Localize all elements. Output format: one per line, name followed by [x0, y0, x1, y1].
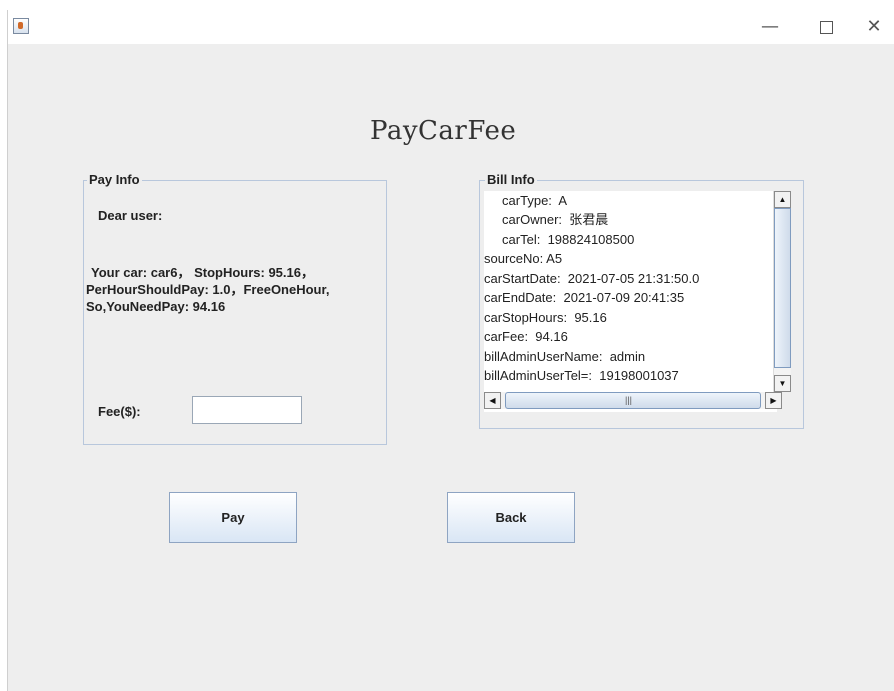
pay-info-title: Pay Info — [87, 172, 142, 188]
minimize-button[interactable]: — — [752, 10, 788, 44]
scroll-right-icon[interactable]: ▶ — [765, 392, 782, 409]
maximize-icon — [819, 20, 833, 34]
pay-info-panel: Pay Info Dear user: Your car: car6， Stop… — [83, 172, 387, 445]
bill-info-title: Bill Info — [485, 172, 537, 188]
fee-label: Fee($): — [98, 404, 141, 419]
bill-line: carTel: 198824108500 — [484, 232, 635, 247]
bill-line: carStartDate: 2021-07-05 21:31:50.0 — [484, 271, 700, 286]
scroll-down-icon[interactable]: ▼ — [774, 375, 791, 392]
horizontal-scroll-thumb[interactable]: ||| — [505, 392, 761, 409]
bill-line: carType: A — [484, 193, 568, 208]
maximize-button[interactable] — [808, 10, 844, 44]
horizontal-scrollbar[interactable]: ◀ ||| ▶ — [484, 392, 782, 409]
vertical-scroll-thumb[interactable] — [774, 208, 791, 368]
close-button[interactable]: ✕ — [856, 10, 892, 44]
page-title: PayCarFee — [370, 116, 517, 146]
message-line-3: So,YouNeedPay: 94.16 — [86, 299, 226, 314]
message-line-1: Your car: car6， StopHours: 95.16， — [84, 265, 314, 280]
scroll-left-icon[interactable]: ◀ — [484, 392, 501, 409]
bill-line: carStopHours: 95.16 — [484, 310, 607, 325]
back-button[interactable]: Back — [447, 492, 575, 543]
app-window: — ✕ PayCarFee Pay Info Dear user: Your c… — [7, 10, 894, 691]
bill-line: billAdminUserName: admin — [484, 349, 646, 364]
java-app-icon — [13, 18, 29, 34]
grip-icon: ||| — [625, 395, 633, 405]
message-line-2: PerHourShouldPay: 1.0，FreeOneHour, — [86, 282, 330, 297]
greeting-text: Dear user: — [98, 208, 163, 223]
bill-line: sourceNo: A5 — [484, 251, 563, 266]
title-bar: — ✕ — [8, 10, 894, 44]
fee-input[interactable] — [192, 396, 302, 424]
bill-line: carOwner: 张君晨 — [484, 212, 609, 227]
bill-line: carEndDate: 2021-07-09 20:41:35 — [484, 290, 685, 305]
scroll-up-icon[interactable]: ▲ — [774, 191, 791, 208]
bill-info-textarea[interactable]: carType: A carOwner: 张君晨 carTel: 1988241… — [484, 191, 777, 412]
pay-button[interactable]: Pay — [169, 492, 297, 543]
bill-line: billAdminUserTel=: 19198001037 — [484, 368, 679, 383]
bill-info-panel: Bill Info carType: A carOwner: 张君晨 carTe… — [479, 172, 804, 429]
bill-line: carFee: 94.16 — [484, 329, 568, 344]
vertical-scrollbar[interactable]: ▲ ▼ — [773, 191, 791, 392]
